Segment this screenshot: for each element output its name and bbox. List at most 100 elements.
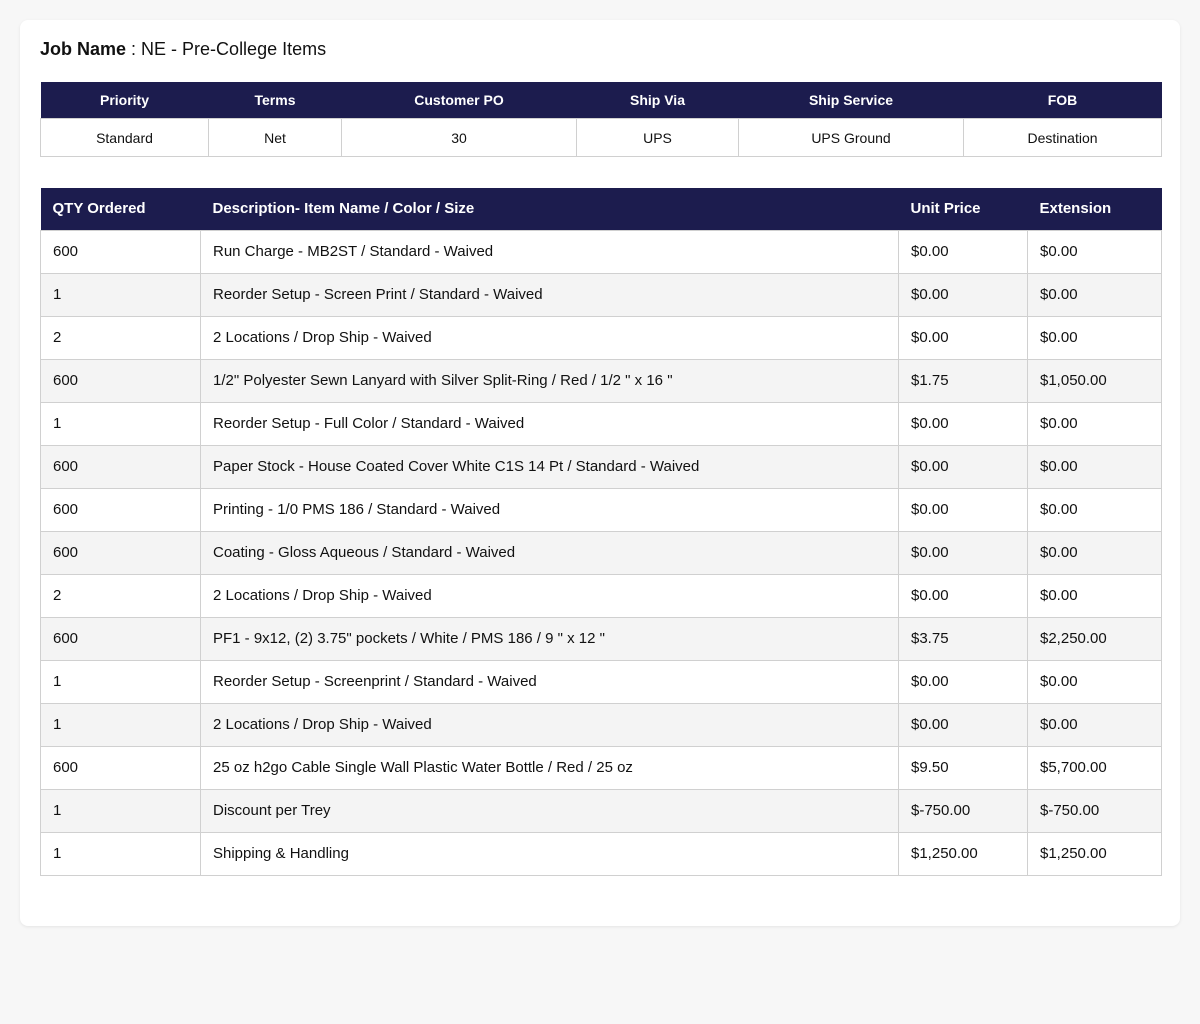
cell-description: Printing - 1/0 PMS 186 / Standard - Waiv… xyxy=(200,487,899,532)
cell-unit-price: $3.75 xyxy=(898,616,1028,661)
cell-extension: $0.00 xyxy=(1027,272,1162,317)
meta-header-row: Priority Terms Customer PO Ship Via Ship… xyxy=(40,82,1162,119)
meta-header-fob: FOB xyxy=(963,82,1162,119)
cell-unit-price: $0.00 xyxy=(898,702,1028,747)
table-row: 22 Locations / Drop Ship - Waived $0.00 $0… xyxy=(40,573,1162,618)
cell-unit-price: $0.00 xyxy=(898,401,1028,446)
table-row: 12 Locations / Drop Ship - Waived $0.00 $0… xyxy=(40,702,1162,747)
cell-extension: $0.00 xyxy=(1027,401,1162,446)
cell-description: PF1 - 9x12, (2) 3.75" pockets / White / … xyxy=(200,616,899,661)
cell-extension: $0.00 xyxy=(1027,702,1162,747)
table-row: 600 Coating - Gloss Aqueous / Standard - … xyxy=(40,530,1162,575)
cell-unit-price: $-750.00 xyxy=(898,788,1028,833)
cell-extension: $5,700.00 xyxy=(1027,745,1162,790)
cell-qty: 2 xyxy=(40,573,201,618)
cell-qty: 600 xyxy=(40,745,201,790)
cell-qty: 1 xyxy=(40,659,201,704)
meta-header-ship-service: Ship Service xyxy=(738,82,964,119)
meta-header-customer-po: Customer PO xyxy=(341,82,577,119)
order-card: Job Name : NE - Pre-College Items Priori… xyxy=(20,20,1180,926)
table-row: 600 1/2" Polyester Sewn Lanyard with Silv… xyxy=(40,358,1162,403)
cell-unit-price: $0.00 xyxy=(898,272,1028,317)
cell-extension: $2,250.00 xyxy=(1027,616,1162,661)
table-row: 1 Discount per Trey $-750.00 $-750.00 xyxy=(40,788,1162,833)
cell-description: Reorder Setup - Screen Print / Standard … xyxy=(200,272,899,317)
cell-unit-price: $0.00 xyxy=(898,315,1028,360)
cell-description: Run Charge - MB2ST / Standard - Waived xyxy=(200,229,899,274)
cell-description: 1/2" Polyester Sewn Lanyard with Silver … xyxy=(200,358,899,403)
cell-qty: 600 xyxy=(40,487,201,532)
cell-extension: $0.00 xyxy=(1027,659,1162,704)
table-row: 600 PF1 - 9x12, (2) 3.75" pockets / White… xyxy=(40,616,1162,661)
cell-extension: $0.00 xyxy=(1027,487,1162,532)
cell-unit-price: $1,250.00 xyxy=(898,831,1028,876)
cell-extension: $0.00 xyxy=(1027,530,1162,575)
cell-qty: 600 xyxy=(40,229,201,274)
cell-unit-price: $0.00 xyxy=(898,444,1028,489)
cell-qty: 1 xyxy=(40,401,201,446)
cell-extension: $1,250.00 xyxy=(1027,831,1162,876)
cell-description: 2 Locations / Drop Ship - Waived xyxy=(200,573,899,618)
header-extension: Extension xyxy=(1027,188,1162,230)
meta-header-ship-via: Ship Via xyxy=(576,82,739,119)
cell-qty: 1 xyxy=(40,831,201,876)
cell-qty: 600 xyxy=(40,444,201,489)
cell-unit-price: $0.00 xyxy=(898,659,1028,704)
meta-value-row: Standard Net 30 UPS UPS Ground Destinati… xyxy=(40,118,1162,157)
cell-unit-price: $0.00 xyxy=(898,573,1028,618)
cell-description: Coating - Gloss Aqueous / Standard - Wai… xyxy=(200,530,899,575)
header-unit-price: Unit Price xyxy=(898,188,1028,230)
job-name-separator: : xyxy=(126,39,142,59)
cell-qty: 1 xyxy=(40,702,201,747)
meta-value-ship-via: UPS xyxy=(576,118,739,157)
cell-qty: 1 xyxy=(40,788,201,833)
job-name-label: Job Name xyxy=(40,39,127,59)
cell-description: Discount per Trey xyxy=(200,788,899,833)
header-description: Description- Item Name / Color / Size xyxy=(200,188,899,230)
table-row: 600 Paper Stock - House Coated Cover Whit… xyxy=(40,444,1162,489)
cell-unit-price: $0.00 xyxy=(898,229,1028,274)
cell-qty: 1 xyxy=(40,272,201,317)
job-name-line: Job Name : NE - Pre-College Items xyxy=(40,38,326,60)
meta-header-terms: Terms xyxy=(208,82,342,119)
cell-unit-price: $9.50 xyxy=(898,745,1028,790)
table-row: 600 Run Charge - MB2ST / Standard - Waive… xyxy=(40,229,1162,274)
meta-value-fob: Destination xyxy=(963,118,1162,157)
order-meta-table: Priority Terms Customer PO Ship Via Ship… xyxy=(40,82,1162,157)
cell-extension: $0.00 xyxy=(1027,444,1162,489)
table-row: 1 Reorder Setup - Screenprint / Standard … xyxy=(40,659,1162,704)
cell-description: Reorder Setup - Screenprint / Standard -… xyxy=(200,659,899,704)
cell-description: Paper Stock - House Coated Cover White C… xyxy=(200,444,899,489)
cell-extension: $1,050.00 xyxy=(1027,358,1162,403)
line-items-table: QTY Ordered Description- Item Name / Col… xyxy=(40,188,1162,876)
table-row: 1 Reorder Setup - Screen Print / Standard… xyxy=(40,272,1162,317)
cell-extension: $0.00 xyxy=(1027,573,1162,618)
cell-extension: $0.00 xyxy=(1027,315,1162,360)
meta-value-terms: Net xyxy=(208,118,342,157)
cell-description: 25 oz h2go Cable Single Wall Plastic Wat… xyxy=(200,745,899,790)
items-header-row: QTY Ordered Description- Item Name / Col… xyxy=(40,188,1162,230)
cell-qty: 600 xyxy=(40,530,201,575)
cell-qty: 600 xyxy=(40,616,201,661)
meta-value-priority: Standard xyxy=(40,118,209,157)
cell-description: Reorder Setup - Full Color / Standard - … xyxy=(200,401,899,446)
cell-extension: $0.00 xyxy=(1027,229,1162,274)
cell-description: 2 Locations / Drop Ship - Waived xyxy=(200,702,899,747)
cell-unit-price: $0.00 xyxy=(898,530,1028,575)
cell-description: 2 Locations / Drop Ship - Waived xyxy=(200,315,899,360)
cell-extension: $-750.00 xyxy=(1027,788,1162,833)
meta-header-priority: Priority xyxy=(40,82,209,119)
meta-value-customer-po: 30 xyxy=(341,118,577,157)
cell-qty: 2 xyxy=(40,315,201,360)
meta-value-ship-service: UPS Ground xyxy=(738,118,964,157)
table-row: 600 25 oz h2go Cable Single Wall Plastic … xyxy=(40,745,1162,790)
items-body: 600 Run Charge - MB2ST / Standard - Waive… xyxy=(40,229,1162,876)
table-row: 1 Shipping & Handling $1,250.00 $1,250.00 xyxy=(40,831,1162,876)
cell-qty: 600 xyxy=(40,358,201,403)
table-row: 22 Locations / Drop Ship - Waived $0.00 $0… xyxy=(40,315,1162,360)
cell-unit-price: $1.75 xyxy=(898,358,1028,403)
header-qty-ordered: QTY Ordered xyxy=(40,188,201,230)
job-name-value: NE - Pre-College Items xyxy=(141,39,327,59)
table-row: 600 Printing - 1/0 PMS 186 / Standard - W… xyxy=(40,487,1162,532)
cell-unit-price: $0.00 xyxy=(898,487,1028,532)
